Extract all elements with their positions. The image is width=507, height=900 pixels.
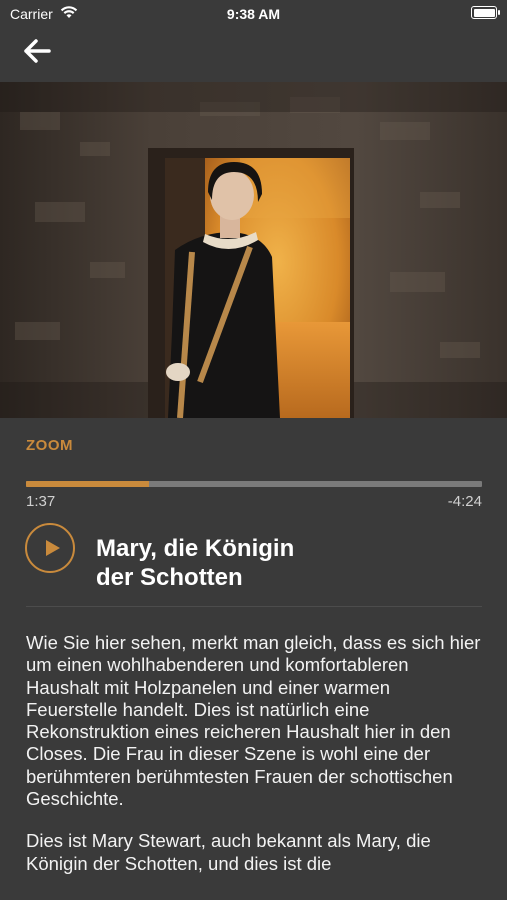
description-paragraph-2: Dies ist Mary Stewart, auch bekannt als … <box>26 830 431 874</box>
status-time: 9:38 AM <box>226 6 281 22</box>
portrait-image <box>0 82 507 418</box>
divider <box>26 606 482 607</box>
audio-progress-fill <box>26 481 150 487</box>
section-label: ZOOM <box>26 437 73 454</box>
play-icon <box>46 540 60 556</box>
track-title-line2: der Schotten <box>96 564 243 591</box>
description-paragraph-1: Wie Sie hier sehen, merkt man gleich, da… <box>26 632 481 810</box>
navigation-bar <box>0 28 507 82</box>
description-text: Wie Sie hier sehen, merkt man gleich, da… <box>26 632 486 895</box>
arrow-left-icon <box>24 39 51 63</box>
battery-icon <box>471 6 500 19</box>
play-button[interactable] <box>25 523 75 573</box>
back-button[interactable] <box>22 38 58 70</box>
time-remaining: -4:24 <box>447 493 482 510</box>
audio-progress-bar[interactable] <box>26 481 482 487</box>
track-title: Mary, die Königin der Schotten <box>96 534 396 592</box>
time-elapsed: 1:37 <box>26 493 56 510</box>
status-bar: Carrier 9:38 AM <box>0 0 507 28</box>
track-title-line1: Mary, die Königin <box>96 535 295 562</box>
hero-image <box>0 82 507 418</box>
